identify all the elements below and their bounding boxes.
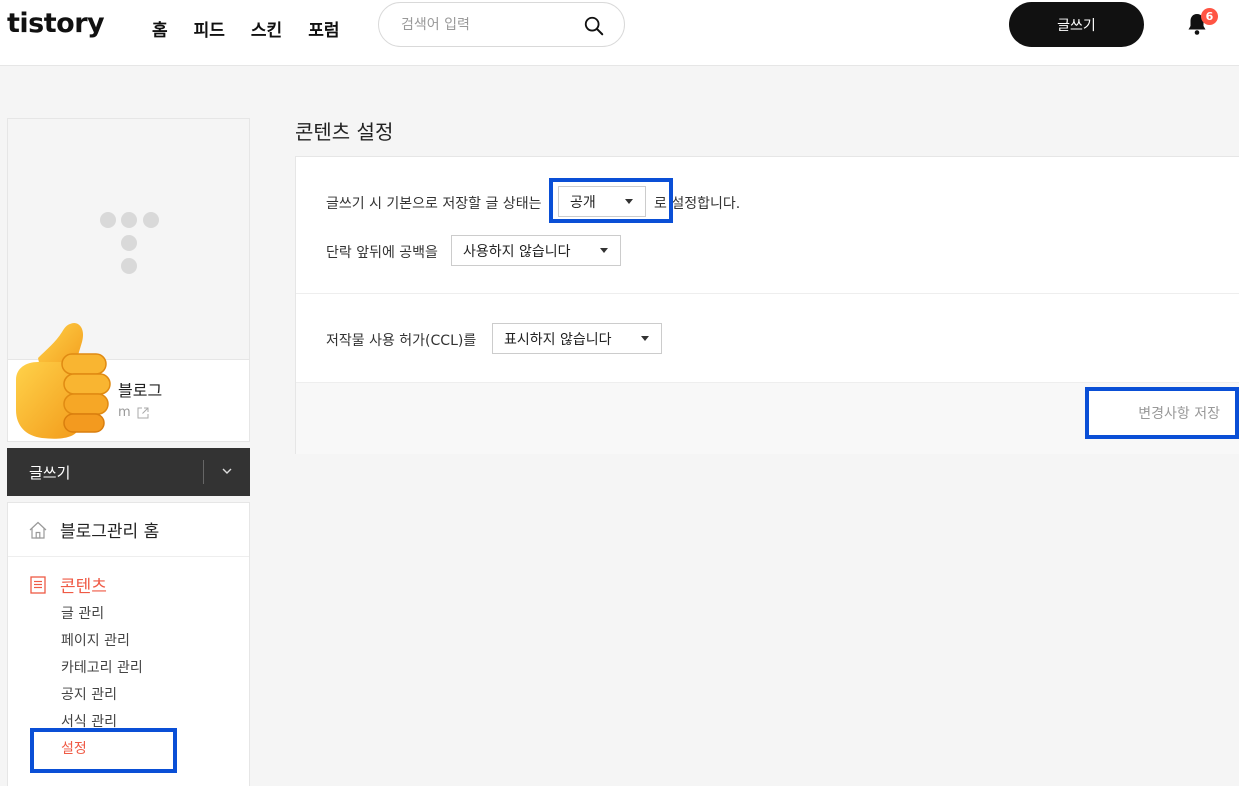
- default-status-value: 공개: [570, 194, 596, 211]
- save-changes-button[interactable]: 변경사항 저장: [1088, 390, 1236, 436]
- nav-home[interactable]: 홈: [152, 16, 168, 41]
- sidebar-item-label: 블로그관리 홈: [60, 522, 160, 542]
- panel-divider: [296, 293, 1239, 294]
- global-nav: 홈 피드 스킨 포럼: [152, 16, 339, 41]
- sidebar-item-blog-home[interactable]: 블로그관리 홈: [28, 517, 159, 542]
- document-icon: [30, 575, 46, 594]
- nav-forum[interactable]: 포럼: [308, 16, 339, 41]
- submenu-page-manage[interactable]: 페이지 관리: [61, 632, 143, 659]
- menu-divider: [8, 556, 249, 557]
- sidebar-menu: 블로그관리 홈 콘텐츠 글 관리 페이지 관리 카테고리 관리 공지 관리 서식…: [7, 502, 250, 786]
- default-status-select[interactable]: 공개: [558, 186, 646, 217]
- submenu-category-manage[interactable]: 카테고리 관리: [61, 659, 143, 686]
- paragraph-spacing-value: 사용하지 않습니다: [463, 243, 571, 260]
- write-button[interactable]: 글쓰기: [1009, 2, 1144, 47]
- submenu-post-manage[interactable]: 글 관리: [61, 605, 143, 632]
- submenu-notice-manage[interactable]: 공지 관리: [61, 686, 143, 713]
- tistory-logo[interactable]: tistory: [7, 8, 105, 39]
- submenu-template-manage[interactable]: 서식 관리: [61, 713, 143, 740]
- caret-down-icon: [641, 336, 649, 341]
- paragraph-spacing-select[interactable]: 사용하지 않습니다: [451, 235, 621, 266]
- search-box: [378, 2, 625, 47]
- top-header: tistory 홈 피드 스킨 포럼 글쓰기 6: [0, 0, 1239, 66]
- house-icon: [29, 521, 47, 539]
- sidebar-write-label: 글쓰기: [29, 464, 71, 482]
- sidebar-write-divider: [203, 460, 204, 484]
- blog-url-text: m: [118, 405, 131, 420]
- sidebar-item-label: 콘텐츠: [60, 577, 107, 597]
- sidebar-item-content[interactable]: 콘텐츠: [28, 572, 107, 597]
- notification-badge: 6: [1201, 8, 1218, 25]
- ccl-select[interactable]: 표시하지 않습니다: [492, 323, 662, 354]
- default-status-suffix: 로 설정합니다.: [654, 196, 741, 212]
- chevron-down-icon[interactable]: [220, 464, 234, 478]
- ccl-label: 저작물 사용 허가(CCL)를: [326, 333, 477, 349]
- ccl-value: 표시하지 않습니다: [504, 331, 612, 348]
- search-icon[interactable]: [583, 15, 605, 37]
- sidebar-write-button[interactable]: 글쓰기: [7, 448, 250, 496]
- paragraph-spacing-label: 단락 앞뒤에 공백을: [326, 245, 438, 261]
- caret-down-icon: [625, 199, 633, 204]
- blog-url[interactable]: m: [118, 405, 149, 420]
- page-title: 콘텐츠 설정: [295, 120, 394, 144]
- nav-feed[interactable]: 피드: [194, 16, 225, 41]
- caret-down-icon: [600, 248, 608, 253]
- submenu-settings[interactable]: 설정: [61, 740, 143, 767]
- content-submenu: 글 관리 페이지 관리 카테고리 관리 공지 관리 서식 관리 설정: [61, 605, 143, 767]
- blog-name[interactable]: 블로그: [118, 377, 162, 401]
- search-input[interactable]: [401, 14, 571, 36]
- thumbs-up-icon: [16, 322, 111, 439]
- default-status-label: 글쓰기 시 기본으로 저장할 글 상태는: [326, 196, 542, 212]
- nav-skin[interactable]: 스킨: [251, 16, 282, 41]
- external-link-icon: [137, 407, 149, 418]
